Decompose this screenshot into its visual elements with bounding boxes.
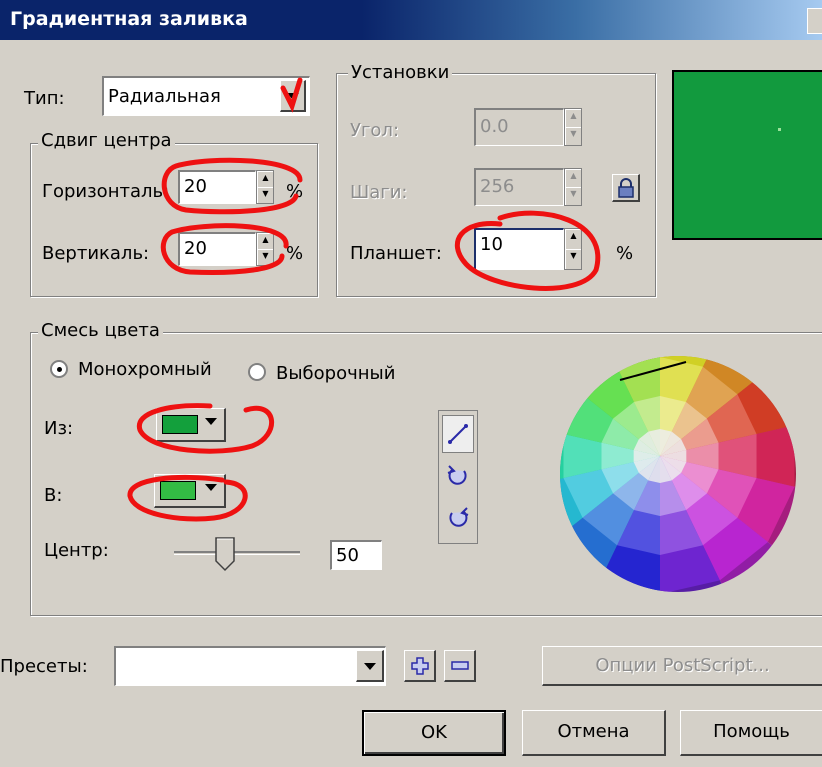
custom-radio[interactable]: [248, 363, 266, 381]
spin-down-icon[interactable]: ▼: [257, 187, 273, 203]
spin-down-icon[interactable]: ▼: [565, 249, 581, 269]
spin-up-icon[interactable]: ▲: [565, 169, 581, 187]
type-value: Радиальная: [108, 86, 221, 107]
to-label: В:: [44, 485, 63, 506]
horizontal-unit: %: [286, 181, 304, 202]
steps-value: 256: [480, 176, 515, 197]
from-color-swatch: [162, 415, 198, 434]
mid-value: 50: [336, 545, 359, 566]
angle-spinner[interactable]: ▲ ▼: [564, 108, 582, 146]
mono-radio[interactable]: [50, 360, 68, 378]
postscript-options-button[interactable]: Опции PostScript...: [542, 646, 822, 686]
spin-down-icon[interactable]: ▼: [565, 127, 581, 145]
color-wheel: [560, 356, 796, 592]
center-marker-icon: [778, 128, 781, 131]
counterclockwise-blend-button[interactable]: [442, 457, 474, 495]
presets-select[interactable]: [114, 646, 386, 686]
horizontal-value: 20: [184, 176, 207, 197]
remove-preset-button[interactable]: [444, 650, 476, 682]
chevron-down-icon: [205, 484, 217, 491]
edge-pad-unit: %: [616, 243, 634, 264]
horizontal-label: Горизонталь:: [42, 181, 170, 202]
lock-button[interactable]: [612, 174, 640, 202]
blend-direction-toolbar: [438, 410, 478, 544]
clockwise-blend-button[interactable]: [442, 499, 474, 537]
clockwise-icon: [449, 507, 469, 527]
radio-selected-dot: [57, 367, 62, 372]
center-offset-legend: Сдвиг центра: [38, 130, 175, 151]
title-bar: Градиентная заливка: [0, 0, 822, 40]
spin-up-icon[interactable]: ▲: [565, 229, 581, 249]
angle-value: 0.0: [480, 116, 509, 137]
direct-blend-button[interactable]: [442, 415, 474, 453]
horizontal-spinner[interactable]: ▲ ▼: [256, 170, 274, 204]
plus-icon: [411, 657, 429, 675]
mid-slider-thumb[interactable]: [215, 537, 235, 572]
add-preset-button[interactable]: [404, 650, 436, 682]
lock-icon: [618, 178, 634, 198]
spin-up-icon[interactable]: ▲: [565, 109, 581, 127]
ok-button[interactable]: OK: [362, 710, 506, 756]
close-button[interactable]: [807, 8, 822, 34]
type-label: Тип:: [24, 88, 65, 109]
type-select[interactable]: Радиальная: [102, 76, 310, 116]
vertical-spinner[interactable]: ▲ ▼: [256, 232, 274, 266]
edge-pad-label: Планшет:: [350, 243, 442, 264]
to-color-swatch: [160, 481, 196, 500]
from-label: Из:: [44, 418, 74, 439]
spin-up-icon[interactable]: ▲: [257, 233, 273, 249]
dialog-title: Градиентная заливка: [10, 8, 248, 30]
steps-label: Шаги:: [350, 182, 408, 203]
minus-icon: [451, 661, 469, 670]
angle-input[interactable]: 0.0: [474, 108, 564, 146]
cancel-button[interactable]: Отмена: [522, 710, 666, 756]
horizontal-input[interactable]: 20: [178, 170, 256, 204]
custom-label: Выборочный: [276, 363, 396, 384]
presets-label: Пресеты:: [0, 656, 88, 677]
edge-pad-input[interactable]: 10: [474, 228, 564, 270]
steps-input[interactable]: 256: [474, 168, 564, 206]
chevron-down-icon: [364, 663, 376, 670]
presets-dropdown-button[interactable]: [356, 650, 384, 682]
chevron-down-icon: [205, 418, 217, 425]
gradient-preview: [672, 70, 822, 240]
vertical-label: Вертикаль:: [42, 243, 150, 264]
mono-label: Монохромный: [78, 359, 212, 380]
mid-label: Центр:: [44, 540, 109, 561]
mid-slider-track[interactable]: [174, 551, 300, 555]
to-color-button[interactable]: [154, 474, 226, 508]
help-button[interactable]: Помощь: [680, 710, 822, 756]
center-offset-group: [30, 143, 318, 297]
angle-label: Угол:: [350, 120, 400, 141]
straight-line-icon: [448, 424, 468, 444]
mid-value-input[interactable]: 50: [330, 540, 382, 570]
edge-pad-value: 10: [480, 234, 503, 255]
edge-pad-spinner[interactable]: ▲ ▼: [564, 228, 582, 270]
steps-spinner[interactable]: ▲ ▼: [564, 168, 582, 206]
counterclockwise-icon: [447, 465, 467, 485]
spin-down-icon[interactable]: ▼: [257, 249, 273, 265]
type-dropdown-button[interactable]: [280, 80, 306, 112]
spin-down-icon[interactable]: ▼: [565, 187, 581, 205]
vertical-value: 20: [184, 238, 207, 259]
color-blend-legend: Смесь цвета: [38, 320, 163, 341]
chevron-down-icon: [287, 93, 299, 100]
vertical-unit: %: [286, 243, 304, 264]
vertical-input[interactable]: 20: [178, 232, 256, 266]
from-color-button[interactable]: [156, 408, 226, 442]
spin-up-icon[interactable]: ▲: [257, 171, 273, 187]
settings-legend: Установки: [348, 62, 453, 83]
